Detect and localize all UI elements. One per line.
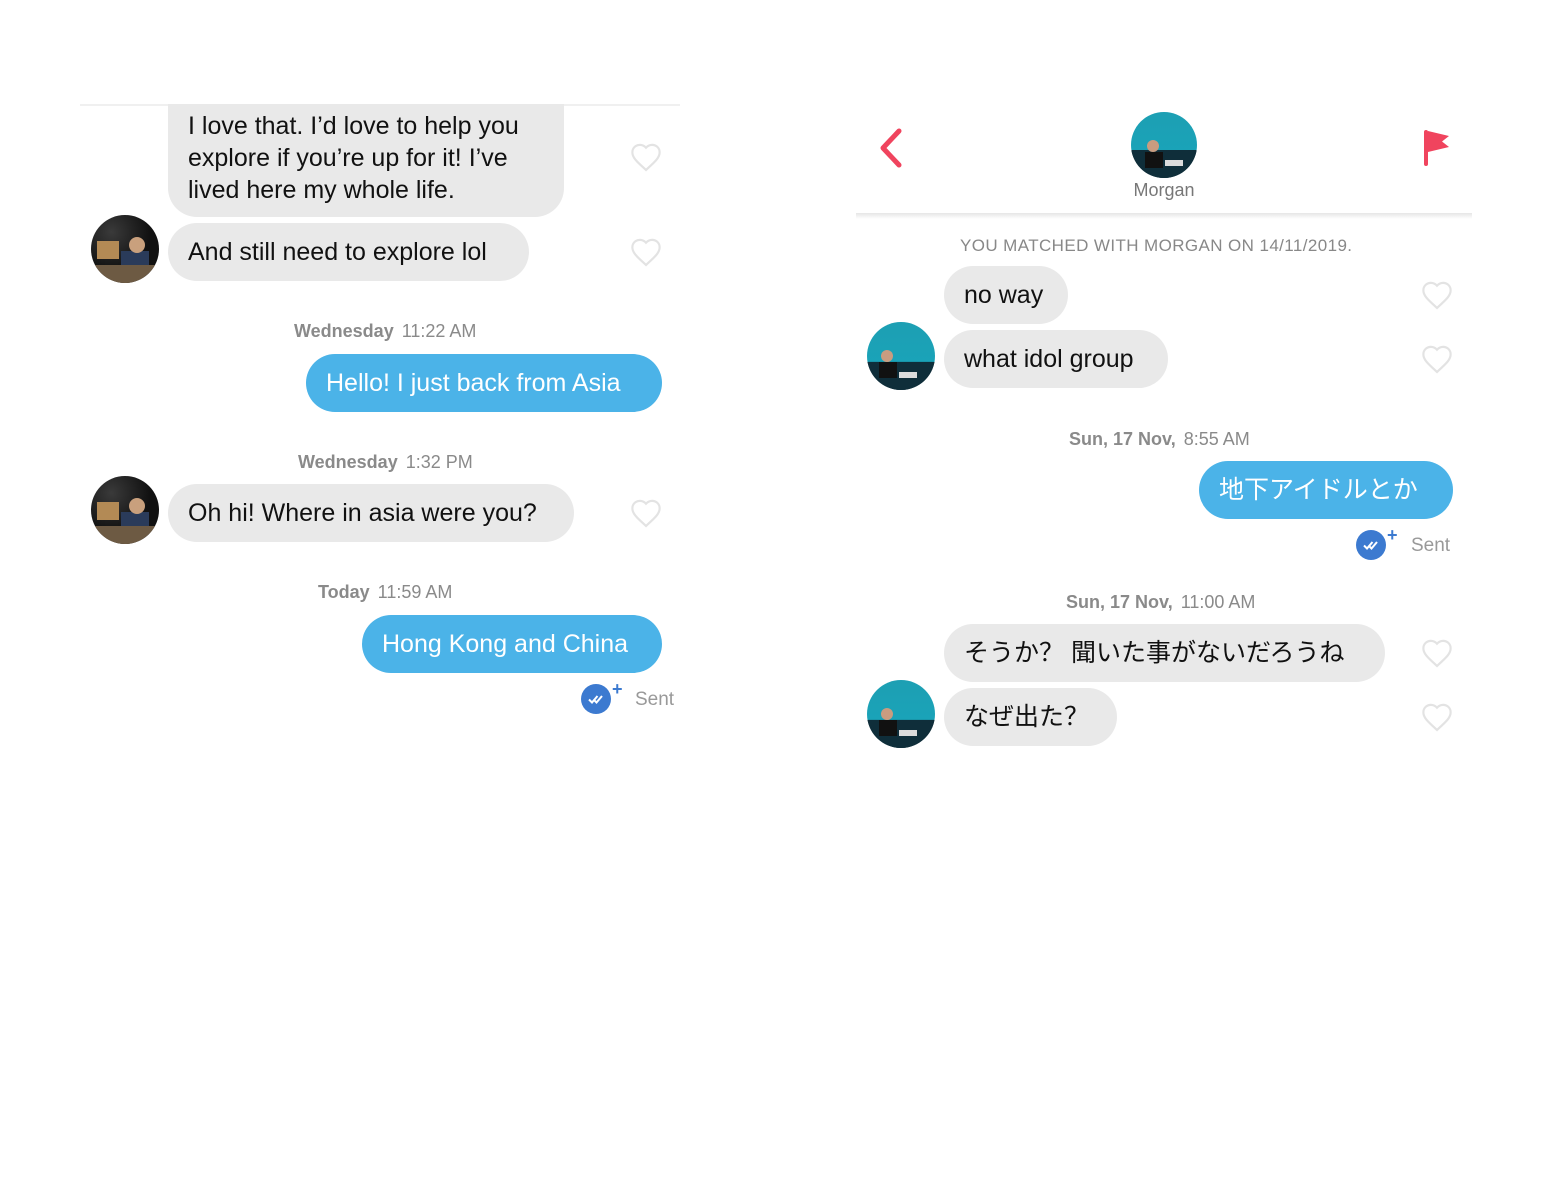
message-bubble-received[interactable]: Oh hi! Where in asia were you? <box>168 484 574 542</box>
match-name[interactable]: Morgan <box>1130 180 1198 201</box>
read-receipt-icon <box>581 684 611 714</box>
report-flag-icon[interactable] <box>1422 128 1452 168</box>
message-timestamp: Wednesday 1:32 PM <box>298 452 473 472</box>
message-timestamp: Wednesday 11:22 AM <box>294 321 477 341</box>
heart-icon[interactable] <box>1420 638 1454 668</box>
message-timestamp: Today 11:59 AM <box>318 582 453 602</box>
message-bubble-received[interactable]: no way <box>944 266 1068 324</box>
heart-icon[interactable] <box>1420 280 1454 310</box>
message-bubble-sent[interactable]: 地下アイドルとか <box>1199 461 1453 519</box>
avatar[interactable] <box>867 322 935 390</box>
sent-status: Sent <box>635 689 675 710</box>
right-chat-panel: Morgan YOU MATCHED WITH MORGAN ON 14/11/… <box>780 0 1552 1199</box>
message-bubble-sent[interactable]: Hello! I just back from Asia <box>306 354 662 412</box>
message-timestamp: Sun, 17 Nov, 8:55 AM <box>1069 429 1250 449</box>
heart-icon[interactable] <box>629 142 663 172</box>
message-timestamp: Sun, 17 Nov, 11:00 AM <box>1066 592 1256 612</box>
read-receipt-icon <box>1356 530 1386 560</box>
read-receipt-plus-icon: + <box>612 679 623 699</box>
header-avatar[interactable] <box>1131 112 1197 178</box>
heart-icon[interactable] <box>1420 344 1454 374</box>
message-bubble-sent[interactable]: Hong Kong and China <box>362 615 662 673</box>
heart-icon[interactable] <box>1420 702 1454 732</box>
message-bubble-received[interactable]: what idol group <box>944 330 1168 388</box>
back-chevron-icon[interactable] <box>877 127 905 169</box>
sent-status: Sent <box>1411 535 1451 556</box>
heart-icon[interactable] <box>629 237 663 267</box>
avatar[interactable] <box>91 215 159 283</box>
avatar[interactable] <box>91 476 159 544</box>
match-date-notice: YOU MATCHED WITH MORGAN ON 14/11/2019. <box>960 236 1353 255</box>
left-chat-panel: I love that. I’d love to help you explor… <box>0 0 780 1199</box>
message-bubble-received[interactable]: And still need to explore lol <box>168 223 529 281</box>
read-receipt-plus-icon: + <box>1387 525 1398 545</box>
message-bubble-received[interactable]: なぜ出た？ <box>944 688 1117 746</box>
avatar[interactable] <box>867 680 935 748</box>
heart-icon[interactable] <box>629 498 663 528</box>
message-bubble-received[interactable]: I love that. I’d love to help you explor… <box>168 104 564 217</box>
message-bubble-received[interactable]: そうか？ 聞いた事がないだろうね <box>944 624 1385 682</box>
header-divider <box>856 213 1472 219</box>
